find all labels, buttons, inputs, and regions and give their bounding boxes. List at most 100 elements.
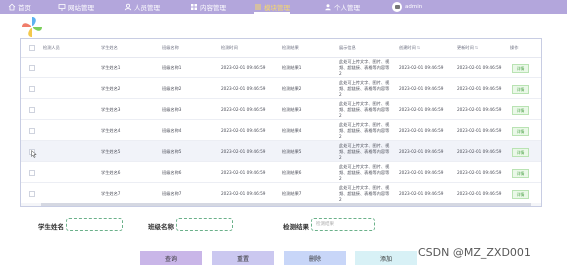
cell-student: 学生姓名5 [101, 149, 121, 154]
nav-item-people[interactable]: 人员管理 [124, 2, 160, 12]
cell-created: 2023-02-01 09:46:59 [399, 128, 444, 133]
detail-button[interactable]: 详情 [512, 64, 529, 73]
grid-icon [190, 3, 198, 11]
cell-result: 检测结果1 [282, 65, 302, 70]
nav-label: 内容管理 [200, 4, 226, 12]
test-result-label: 检测结果 [283, 223, 309, 231]
detail-button[interactable]: 详情 [512, 169, 529, 178]
nav-label: 首页 [18, 4, 31, 12]
cell-class: 班级名称1 [162, 65, 182, 70]
csdn-watermark: CSDN @MZ_ZXD001 [418, 246, 531, 259]
table-row[interactable]: 学生姓名5 班级名称5 2023-02-01 09:46:59 检测结果5 此处… [21, 141, 541, 162]
row-checkbox[interactable] [29, 65, 35, 71]
nav-item-personal[interactable]: 个人管理 [324, 2, 360, 12]
cell-class: 班级名称7 [162, 191, 182, 196]
cell-class: 班级名称4 [162, 128, 182, 133]
detail-button[interactable]: 详情 [512, 106, 529, 115]
table-row[interactable]: 学生姓名7 班级名称7 2023-02-01 09:46:59 检测结果7 此处… [21, 183, 541, 204]
module-icon [254, 3, 262, 11]
cell-test-time: 2023-02-01 09:46:59 [221, 107, 266, 112]
detail-button[interactable]: 详情 [512, 127, 529, 136]
cell-created: 2023-02-01 09:46:59 [399, 65, 444, 70]
cell-updated: 2023-02-01 09:46:59 [457, 107, 502, 112]
cell-created: 2023-02-01 09:46:59 [399, 191, 444, 196]
row-checkbox[interactable] [29, 191, 35, 197]
search-button[interactable]: 查询 [140, 251, 202, 265]
cell-updated: 2023-02-01 09:46:59 [457, 170, 502, 175]
column-header-sortable[interactable]: 更新时间⇅ [457, 45, 478, 51]
monitor-icon [58, 3, 66, 11]
add-button[interactable]: 添加 [355, 251, 417, 265]
table-row[interactable]: 学生姓名4 班级名称4 2023-02-01 09:46:59 检测结果4 此处… [21, 120, 541, 141]
cell-test-time: 2023-02-01 09:46:59 [221, 65, 266, 70]
column-header: 检测人员 [43, 45, 60, 50]
row-checkbox[interactable] [29, 86, 35, 92]
cell-result: 检测结果6 [282, 170, 302, 175]
delete-button[interactable]: 删除 [284, 251, 346, 265]
cell-updated: 2023-02-01 09:46:59 [457, 86, 502, 91]
select-all-checkbox[interactable] [29, 45, 35, 51]
test-result-input[interactable] [311, 218, 375, 231]
cell-info: 此处可上传文字、图片、视频、超链接、表格等内容等2 [339, 59, 390, 76]
column-header: 操作 [510, 45, 519, 50]
cell-info: 此处可上传文字、图片、视频、超链接、表格等内容等2 [339, 164, 390, 181]
cell-test-time: 2023-02-01 09:46:59 [221, 86, 266, 91]
sort-icon[interactable]: ⇅ [417, 45, 420, 50]
cell-info: 此处可上传文字、图片、视频、超链接、表格等内容等2 [339, 122, 390, 139]
cell-info: 此处可上传文字、图片、视频、超链接、表格等内容等2 [339, 143, 390, 160]
column-header: 展示信息 [339, 45, 356, 50]
active-nav-indicator [254, 12, 290, 14]
cell-info: 此处可上传文字、图片、视频、超链接、表格等内容等2 [339, 101, 390, 118]
nav-label: 网站管理 [68, 4, 94, 12]
nav-item-content[interactable]: 内容管理 [190, 2, 226, 12]
cell-result: 检测结果2 [282, 86, 302, 91]
cell-student: 学生姓名6 [101, 170, 121, 175]
horizontal-scrollbar[interactable] [21, 203, 541, 206]
nav-label: 人员管理 [134, 4, 160, 12]
cell-student: 学生姓名3 [101, 107, 121, 112]
row-checkbox[interactable] [29, 107, 35, 113]
nav-label: 模块管理 [264, 4, 290, 12]
class-name-label: 班级名称 [148, 223, 174, 231]
column-header-sortable[interactable]: 创建时间⇅ [399, 45, 420, 51]
username: admin [405, 4, 423, 10]
nav-item-home[interactable]: 首页 [8, 2, 31, 12]
cell-student: 学生姓名1 [101, 65, 121, 70]
table-row[interactable]: 学生姓名1 班级名称1 2023-02-01 09:46:59 检测结果1 此处… [21, 57, 541, 78]
table-row[interactable]: 学生姓名3 班级名称3 2023-02-01 09:46:59 检测结果3 此处… [21, 99, 541, 120]
cell-class: 班级名称2 [162, 86, 182, 91]
cell-created: 2023-02-01 09:46:59 [399, 149, 444, 154]
nav-label: 个人管理 [334, 4, 360, 12]
cell-created: 2023-02-01 09:46:59 [399, 170, 444, 175]
sort-icon[interactable]: ⇅ [475, 45, 478, 50]
person-icon [324, 3, 332, 11]
table-row[interactable]: 学生姓名6 班级名称6 2023-02-01 09:46:59 检测结果6 此处… [21, 162, 541, 183]
column-header: 班级名称 [162, 45, 179, 50]
cell-result: 检测结果5 [282, 149, 302, 154]
student-name-input[interactable] [66, 218, 123, 231]
cell-student: 学生姓名4 [101, 128, 121, 133]
detail-button[interactable]: 详情 [512, 190, 529, 199]
data-table: 检测人员 学生姓名 班级名称 检测时间 检测结果 展示信息 创建时间⇅ 更新时间… [20, 38, 542, 207]
cell-info: 此处可上传文字、图片、视频、超链接、表格等内容等2 [339, 185, 390, 202]
cell-updated: 2023-02-01 09:46:59 [457, 191, 502, 196]
class-name-input[interactable] [176, 218, 233, 231]
nav-item-site[interactable]: 网站管理 [58, 2, 94, 12]
row-checkbox[interactable] [29, 128, 35, 134]
nav-item-module[interactable]: 模块管理 [254, 2, 290, 14]
column-header: 学生姓名 [101, 45, 118, 50]
detail-button[interactable]: 详情 [512, 85, 529, 94]
student-name-label: 学生姓名 [38, 223, 64, 231]
detail-button[interactable]: 详情 [512, 148, 529, 157]
table-row[interactable]: 学生姓名2 班级名称2 2023-02-01 09:46:59 检测结果2 此处… [21, 78, 541, 99]
cell-result: 检测结果7 [282, 191, 302, 196]
column-header: 检测结果 [282, 45, 299, 50]
user-icon [124, 3, 132, 11]
reset-button[interactable]: 重置 [212, 251, 274, 265]
user-menu[interactable]: admin [392, 2, 422, 12]
cell-student: 学生姓名7 [101, 191, 121, 196]
row-checkbox[interactable] [29, 170, 35, 176]
cell-class: 班级名称5 [162, 149, 182, 154]
cell-result: 检测结果3 [282, 107, 302, 112]
scrollbar-thumb[interactable] [41, 203, 531, 206]
